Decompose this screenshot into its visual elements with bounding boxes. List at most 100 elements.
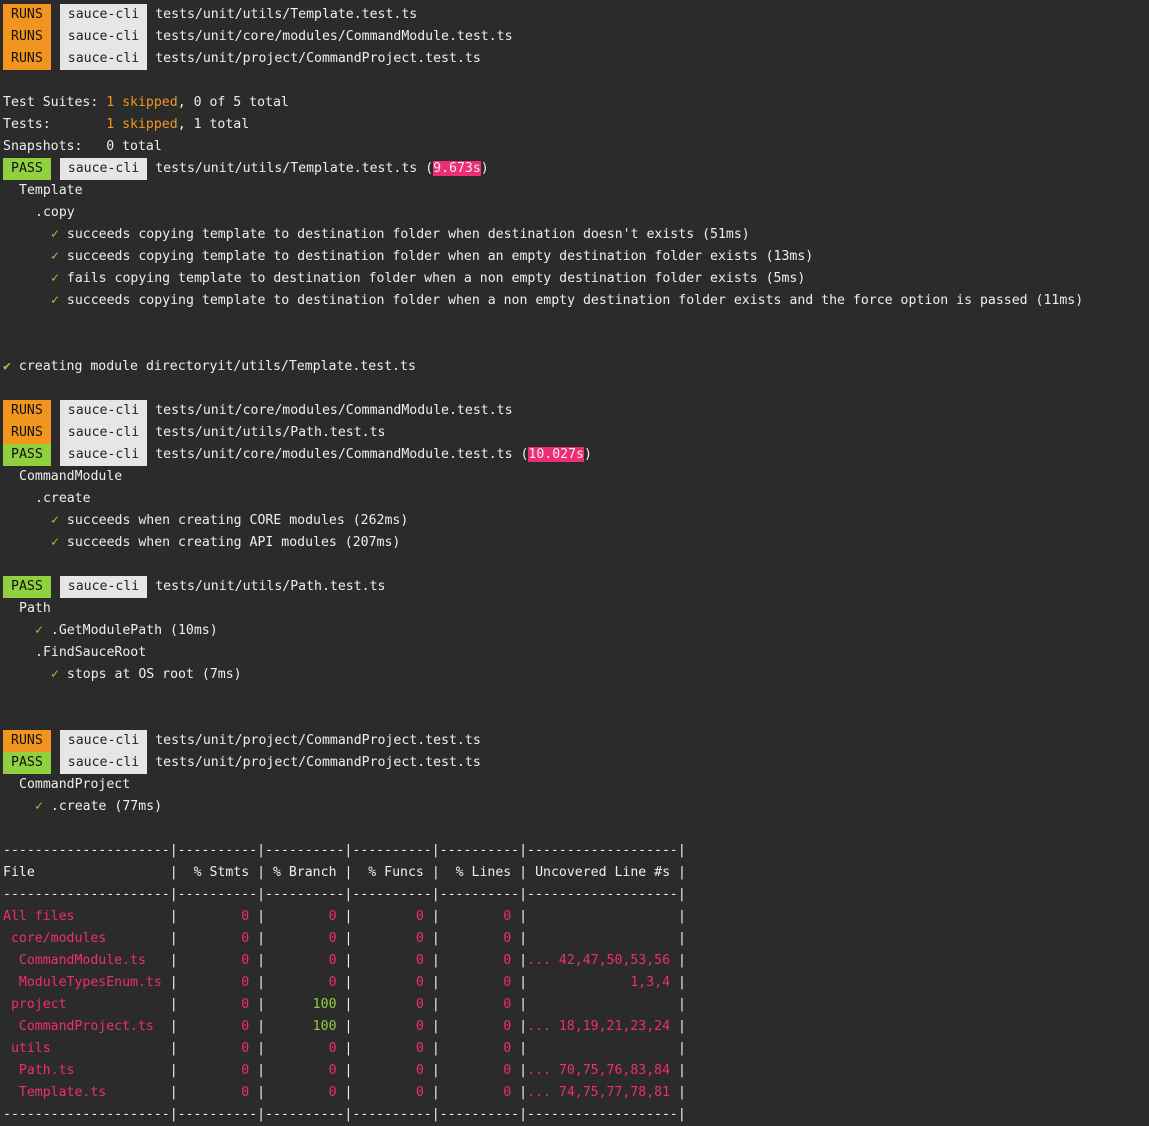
test-result: ✓ succeeds copying template to destinati… <box>51 249 814 264</box>
project-badge: sauce-cli <box>59 158 148 180</box>
test-result: ✓ succeeds when creating CORE modules (2… <box>51 513 409 528</box>
coverage-uncovered <box>527 994 678 1016</box>
pass-badge: PASS <box>3 576 51 598</box>
coverage-stmts: 0 <box>177 1019 258 1034</box>
coverage-separator: ---------------------|----------|-------… <box>3 887 686 902</box>
column-divider: | <box>677 909 686 924</box>
column-divider: | <box>519 1019 528 1034</box>
group-label: .copy <box>35 205 75 220</box>
pass-line: PASS sauce-cli tests/unit/core/modules/Com… <box>3 444 592 466</box>
test-result: ✓ succeeds when creating API modules (20… <box>51 535 401 550</box>
creating-module-line: ✔ creating module directoryit/utils/Temp… <box>3 359 416 374</box>
column-divider: | <box>344 865 353 880</box>
column-divider: | <box>344 931 353 946</box>
coverage-branch: 0 <box>265 1041 345 1056</box>
slow-time-badge: 10.027s <box>528 447 584 462</box>
test-file-path: tests/unit/project/CommandProject.test.t… <box>155 733 481 748</box>
project-badge: sauce-cli <box>59 26 148 48</box>
column-divider: | <box>344 997 353 1012</box>
coverage-stmts: 0 <box>177 931 258 946</box>
coverage-stmts: 0 <box>177 1063 258 1078</box>
column-divider: | <box>519 865 528 880</box>
test-file-path: tests/unit/core/modules/CommandModule.te… <box>155 403 513 418</box>
check-icon: ✓ <box>35 623 43 638</box>
coverage-branch: 100 <box>265 1019 345 1034</box>
test-result: ✓ .create (77ms) <box>35 799 163 814</box>
tests-summary: Tests: 1 skipped, 1 total <box>3 117 250 132</box>
pass-line: PASS sauce-cli tests/unit/project/CommandP… <box>3 752 481 774</box>
check-icon: ✓ <box>51 271 59 286</box>
coverage-funcs: 0 <box>352 975 432 990</box>
project-badge: sauce-cli <box>59 444 148 466</box>
pass-badge: PASS <box>3 158 51 180</box>
project-badge: sauce-cli <box>59 4 148 26</box>
coverage-row: ModuleTypesEnum.ts | 0 | 0 | 0 | 0 | 1,3… <box>3 972 686 994</box>
column-divider: | <box>257 1019 266 1034</box>
column-divider: | <box>169 953 178 968</box>
coverage-lines: 0 <box>439 997 520 1012</box>
coverage-funcs: 0 <box>352 931 432 946</box>
coverage-lines: 0 <box>439 953 520 968</box>
test-suites-summary: Test Suites: 1 skipped, 0 of 5 total <box>3 95 289 110</box>
test-file-path: tests/unit/utils/Path.test.ts <box>155 425 386 440</box>
coverage-row: Path.ts | 0 | 0 | 0 | 0 |... 70,75,76,83… <box>3 1060 686 1082</box>
column-divider: | <box>344 1085 353 1100</box>
terminal-window[interactable]: RUNS sauce-cli tests/unit/utils/Template.t… <box>0 0 1149 1122</box>
column-divider: | <box>169 997 178 1012</box>
column-divider: | <box>519 953 528 968</box>
column-divider: | <box>431 931 440 946</box>
project-badge: sauce-cli <box>59 422 148 444</box>
project-badge: sauce-cli <box>59 48 148 70</box>
coverage-lines: 0 <box>439 1041 520 1056</box>
project-badge: sauce-cli <box>59 576 148 598</box>
coverage-stmts: 0 <box>177 953 258 968</box>
group-label: .create <box>35 491 91 506</box>
group-label: .FindSauceRoot <box>35 645 147 660</box>
column-divider: | <box>677 997 686 1012</box>
coverage-file: utils <box>3 1041 170 1056</box>
slow-time-badge: 9.673s <box>433 161 481 176</box>
coverage-lines: 0 <box>439 1063 520 1078</box>
coverage-header: File | % Stmts | % Branch | % Funcs | % … <box>3 862 686 884</box>
column-divider: | <box>519 997 528 1012</box>
runs-line: RUNS sauce-cli tests/unit/core/modules/Com… <box>3 400 513 422</box>
coverage-file: core/modules <box>3 931 170 946</box>
coverage-funcs: 0 <box>352 909 432 924</box>
project-badge: sauce-cli <box>59 752 148 774</box>
coverage-branch: 0 <box>265 909 345 924</box>
coverage-row: project | 0 | 100 | 0 | 0 | | <box>3 994 686 1016</box>
test-result: ✓ fails copying template to destination … <box>51 271 806 286</box>
test-file-path: tests/unit/utils/Template.test.ts <box>155 161 418 176</box>
test-file-path: tests/unit/core/modules/CommandModule.te… <box>155 29 513 44</box>
runs-badge: RUNS <box>3 400 51 422</box>
coverage-separator: ---------------------|----------|-------… <box>3 843 686 858</box>
coverage-file: ModuleTypesEnum.ts <box>3 975 170 990</box>
column-divider: | <box>344 953 353 968</box>
coverage-funcs: 0 <box>352 953 432 968</box>
column-divider: | <box>169 865 178 880</box>
coverage-uncovered: ... 70,75,76,83,84 <box>527 1063 678 1078</box>
test-result: ✓ succeeds copying template to destinati… <box>51 293 1084 308</box>
column-divider: | <box>677 1063 686 1078</box>
runs-line: RUNS sauce-cli tests/unit/core/modules/Com… <box>3 26 513 48</box>
test-file-path: tests/unit/utils/Path.test.ts <box>155 579 386 594</box>
column-divider: | <box>257 1041 266 1056</box>
column-divider: | <box>431 1063 440 1078</box>
column-divider: | <box>431 1085 440 1100</box>
pass-line: PASS sauce-cli tests/unit/utils/Template.t… <box>3 158 489 180</box>
coverage-file: project <box>3 997 170 1012</box>
runs-line: RUNS sauce-cli tests/unit/project/CommandP… <box>3 48 481 70</box>
check-icon: ✓ <box>51 249 59 264</box>
coverage-stmts: 0 <box>177 997 258 1012</box>
column-divider: | <box>257 953 266 968</box>
column-divider: | <box>257 997 266 1012</box>
coverage-funcs: 0 <box>352 1063 432 1078</box>
check-icon: ✓ <box>35 799 43 814</box>
coverage-file: CommandModule.ts <box>3 953 170 968</box>
coverage-branch: 0 <box>265 975 345 990</box>
coverage-uncovered: ... 74,75,77,78,81 <box>527 1085 678 1100</box>
coverage-uncovered: ... 42,47,50,53,56 <box>527 953 678 968</box>
coverage-row: Template.ts | 0 | 0 | 0 | 0 |... 74,75,7… <box>3 1082 686 1104</box>
coverage-row: CommandProject.ts | 0 | 100 | 0 | 0 |...… <box>3 1016 686 1038</box>
column-divider: | <box>169 909 178 924</box>
